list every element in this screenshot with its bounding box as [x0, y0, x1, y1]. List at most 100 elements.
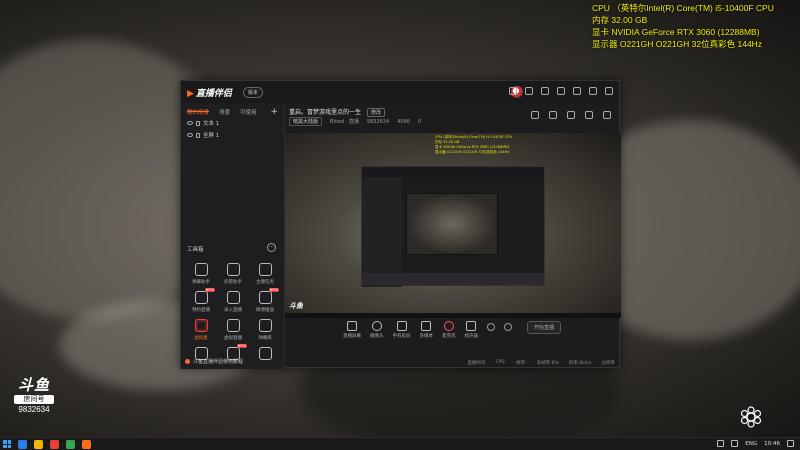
category-button[interactable]: 暗黑大陆版 — [289, 117, 323, 126]
source-item[interactable]: 文本 1 — [181, 117, 284, 129]
tab-scenes[interactable]: 场景 — [219, 108, 230, 116]
start-live-button[interactable]: 开始直播 — [527, 321, 562, 334]
gift-icon[interactable] — [525, 87, 533, 95]
bell-icon[interactable] — [585, 111, 593, 119]
version-badge[interactable]: 版本 — [243, 87, 264, 98]
app-logo: ▶ 直播伴侣 — [187, 89, 232, 99]
windows-taskbar: ENG 10:46 — [0, 437, 800, 450]
tool-room-admin[interactable]: 房管助手 — [217, 263, 249, 285]
new-badge: NEW — [236, 344, 247, 348]
tool-record[interactable]: 录入直播 — [217, 291, 249, 313]
taskbar-app[interactable] — [50, 439, 59, 449]
nested-controls — [362, 273, 544, 285]
language-indicator[interactable]: ENG — [745, 441, 757, 447]
edit-title-button[interactable]: 修改 — [366, 108, 385, 117]
screen-button[interactable]: 直播屏幕 — [343, 321, 361, 339]
refresh-icon[interactable] — [603, 111, 611, 119]
lock-icon[interactable] — [196, 132, 200, 138]
room-meta: 暗黑大陆版 Blood · 直播 9832634 4096 0 — [289, 117, 421, 126]
title-bar-icons — [509, 87, 613, 95]
room-id: 9832634 — [18, 405, 50, 414]
start-button[interactable] — [3, 440, 11, 448]
toolbox-title: 工具箱 — [187, 247, 204, 253]
new-badge: NEW — [268, 288, 279, 292]
cpu-info: CPU （英特尔Intel(R) Core(TM) i5-10400F CPU — [592, 3, 774, 13]
library-icon — [258, 319, 272, 332]
menu-icon[interactable] — [557, 87, 565, 95]
toolbox-grid: 弹幕助手 房管助手 主播任务 NEW 预约直播 录入直播 NEW 微博推送 虚拟麦 … — [185, 263, 281, 360]
tool-weibo[interactable]: NEW 微博推送 — [249, 288, 281, 313]
share-icon[interactable] — [531, 111, 539, 119]
streaming-app-window: ▶ 直播伴侣 版本 我的场景 场景 可使用 + 文本 1 全屏 1 工具箱 ··… — [180, 80, 621, 369]
viewer-count: 9832634 — [366, 118, 390, 125]
douyu-watermark: 斗鱼 房间号 9832634 — [10, 378, 58, 415]
nested-left-panel — [362, 177, 402, 287]
box-icon[interactable] — [567, 111, 575, 119]
floating-ball-icon[interactable] — [740, 406, 762, 428]
taskbar-app[interactable] — [18, 439, 27, 449]
taskbar-app[interactable] — [82, 439, 91, 449]
media-button[interactable]: 多媒体 — [420, 321, 433, 339]
close-icon[interactable] — [605, 87, 613, 95]
tool-virtual-live[interactable]: 虚拟直播 — [217, 319, 249, 341]
source-item[interactable]: 全屏 1 — [181, 129, 284, 141]
tool-virtual-mic[interactable]: 虚拟麦 — [185, 319, 217, 341]
clock[interactable]: 10:46 — [764, 441, 780, 447]
tab-my-scenes[interactable]: 我的场景 — [187, 108, 210, 116]
new-badge: NEW — [204, 288, 215, 292]
speaker-button[interactable]: 扬声器 — [465, 321, 478, 339]
visibility-icon[interactable] — [187, 133, 193, 137]
network-icon[interactable] — [717, 440, 725, 447]
desktop-wallpaper: CPU （英特尔Intel(R) Core(TM) i5-10400F CPU … — [0, 0, 800, 437]
source-name: 全屏 1 — [203, 133, 220, 139]
screen-icon — [347, 321, 357, 331]
virtual-mic-icon — [194, 319, 208, 332]
tutorial-notice[interactable]: 斗鱼直播伴侣使用教程 — [185, 358, 243, 365]
download-icon — [258, 347, 272, 360]
record-icon[interactable] — [487, 323, 495, 331]
add-scene-button[interactable]: + — [270, 107, 278, 117]
tool-danmaku-lib[interactable]: 弹幕库 — [249, 319, 281, 341]
douyu-logo: 斗鱼 — [17, 377, 50, 394]
tool-danmaku[interactable]: 弹幕助手 — [185, 263, 217, 285]
scene-panel: 我的场景 场景 可使用 + 文本 1 全屏 1 工具箱 ··· 弹幕助手 房管助… — [181, 103, 285, 369]
tool-schedule[interactable]: NEW 预约直播 — [185, 288, 217, 313]
stream-preview[interactable]: CPU (英特尔Intel(R) Core(TM) i5-10400F CPU … — [285, 133, 621, 318]
camera-button[interactable]: 摄像头 — [370, 321, 384, 339]
phone-icon — [396, 321, 407, 331]
tab-available[interactable]: 可使用 — [240, 108, 257, 116]
taskbar-app[interactable] — [66, 439, 75, 449]
lock-icon[interactable] — [196, 120, 200, 126]
minimize-icon[interactable] — [573, 87, 581, 95]
room-title: 重启。冒梦游戏里点的一生 修改 — [289, 107, 385, 117]
media-icon — [421, 321, 432, 331]
volume-icon[interactable] — [731, 440, 739, 447]
blood-label: Blood · 直播 — [330, 119, 359, 125]
tool-extra-3[interactable] — [249, 347, 281, 360]
preview-taskbar — [285, 313, 621, 318]
lock-icon[interactable] — [549, 111, 557, 119]
preview-brand: 斗鱼 — [289, 302, 303, 310]
visibility-icon[interactable] — [187, 121, 193, 125]
calendar-icon — [194, 291, 208, 304]
phone-cast-button[interactable]: 手机投屏 — [393, 321, 411, 339]
maximize-icon[interactable] — [589, 87, 597, 95]
status-bar: 直播时间 CPU: 帧率: 丢帧率:0% 码率:0kb/s 分辨率 — [467, 360, 615, 366]
room-label: 房间号 — [14, 395, 54, 404]
more-icon[interactable]: ··· — [267, 243, 276, 252]
gear-icon[interactable] — [504, 323, 512, 331]
notice-icon — [185, 359, 190, 364]
admin-icon — [226, 263, 240, 276]
notification-icon[interactable] — [787, 440, 794, 447]
message-icon[interactable] — [509, 87, 517, 95]
danmaku-icon — [194, 263, 208, 276]
mic-button[interactable]: 麦克风 — [442, 321, 456, 339]
fans-count: 0 — [417, 118, 422, 125]
hardware-info-overlay: CPU （英特尔Intel(R) Core(TM) i5-10400F CPU … — [592, 2, 792, 50]
download-icon — [226, 291, 240, 304]
tool-tasks[interactable]: 主播任务 — [249, 263, 281, 285]
gpu-info: 显卡 NVIDIA GeForce RTX 3060 (12288MB) — [592, 27, 760, 37]
taskbar-app[interactable] — [34, 439, 43, 449]
settings-icon[interactable] — [541, 87, 549, 95]
share-icon — [258, 291, 272, 304]
